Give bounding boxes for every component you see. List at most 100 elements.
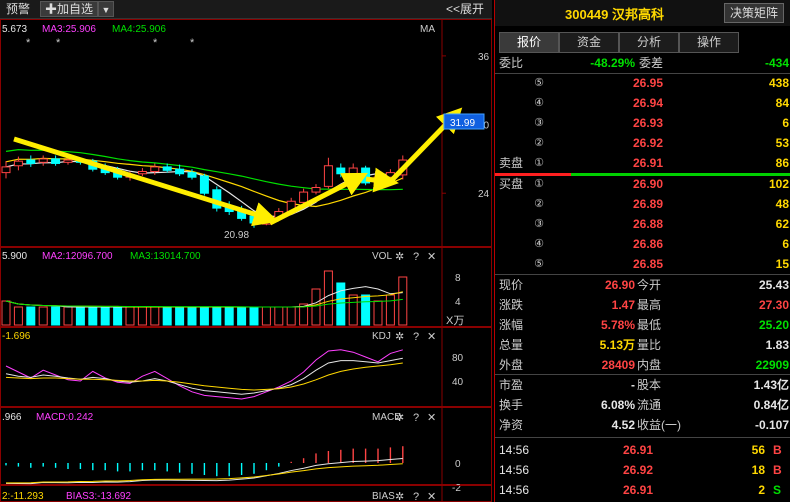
close-icon[interactable]: ✕	[427, 251, 436, 263]
candle-body	[199, 175, 209, 194]
order-ratio-label: 委比	[499, 56, 524, 70]
sell-order-row[interactable]: 卖盘 ① 26.91 86	[495, 153, 790, 173]
indicator-name: KDJ	[372, 331, 391, 342]
fundamental-value: 6.08%	[600, 398, 635, 412]
trade-time: 14:56	[499, 483, 530, 497]
indicator-value-label: MA3:25.906	[42, 24, 96, 35]
bias-pane[interactable]: 2:-11.293 BIAS3:-13.692 BIAS ✲? ✕	[0, 485, 492, 502]
buy-order-row[interactable]: 买盘 ① 26.90 102	[495, 174, 790, 194]
marker-asterisk: *	[26, 37, 31, 49]
volume-bar	[63, 306, 73, 326]
trend-arrow	[365, 167, 399, 193]
tab-capital[interactable]: 资金	[559, 32, 619, 53]
tab-operation[interactable]: 操作	[679, 32, 739, 53]
order-diff-label: 委差	[639, 56, 664, 70]
buy-order-row[interactable]: ④ 26.86 6	[495, 234, 790, 254]
trade-time: 14:56	[499, 443, 530, 457]
trade-time: 14:56	[499, 463, 530, 477]
volume-bar	[175, 306, 185, 326]
sell-order-row[interactable]: ③ 26.93 6	[495, 113, 790, 133]
volume-pane[interactable]: 5.900 MA2:12096.700 MA3:13014.700 VOL ✲? ✕ 8 4 X…	[0, 247, 492, 327]
candle-body	[311, 187, 321, 193]
order-ratio-row: 委比 -48.29% 委差 -434	[495, 53, 790, 73]
buy-volume: 102	[768, 177, 789, 191]
fundamental-label: 收益(一)	[637, 418, 681, 432]
buy-order-row[interactable]: ⑤ 26.85 15	[495, 254, 790, 274]
candle-body	[323, 165, 333, 187]
help-icon[interactable]: ?	[413, 491, 419, 502]
trade-price: 26.92	[622, 463, 653, 477]
volume-bar	[26, 306, 36, 326]
trend-arrow	[13, 136, 279, 227]
sell-volume: 84	[775, 96, 789, 110]
tab-analysis[interactable]: 分析	[619, 32, 679, 53]
help-icon[interactable]: ?	[413, 412, 419, 424]
candle-body	[26, 159, 36, 164]
tab-quote[interactable]: 报价	[499, 32, 559, 53]
indicator-value-label: 5.900	[2, 251, 27, 262]
volume-bar	[261, 306, 271, 326]
sell-price: 26.93	[632, 116, 663, 130]
decision-matrix-button[interactable]: 决策矩阵	[724, 3, 784, 23]
trade-volume: 18	[751, 463, 765, 477]
marker-asterisk: *	[56, 37, 61, 49]
quote-value: 22909	[755, 358, 789, 372]
low-price-label: 20.98	[224, 230, 249, 241]
candle-body	[137, 170, 147, 175]
watchlist-dropdown-button[interactable]: ▼	[98, 1, 114, 17]
sell-volume: 6	[782, 116, 789, 130]
trade-side: B	[773, 443, 782, 457]
candle-body	[1, 166, 11, 174]
fundamental-value: 1.43亿	[753, 378, 789, 392]
volume-bar	[150, 306, 160, 326]
alert-button[interactable]: 预警	[2, 1, 34, 17]
gear-icon[interactable]: ✲	[395, 491, 404, 502]
expand-button[interactable]: <<展开	[442, 1, 488, 17]
volume-bar	[224, 306, 234, 326]
add-to-watchlist-button[interactable]: ✚加自选	[40, 1, 99, 17]
kdj-line	[5, 357, 403, 395]
kdj-pane[interactable]: -1.696 KDJ ✲? ✕ 80 40	[0, 327, 492, 407]
sell-order-row[interactable]: ⑤ 26.95 438	[495, 73, 790, 93]
kdj-tick-label: 40	[452, 377, 464, 388]
macd-tick-label: 0	[455, 459, 461, 470]
sell-order-row[interactable]: ④ 26.94 84	[495, 93, 790, 113]
buy-volume: 6	[782, 237, 789, 251]
volume-bar	[100, 306, 110, 326]
kline-pane[interactable]: 5.673MA3:25.906MA4:25.906MA****36302420.…	[0, 19, 492, 247]
pane-icons: ✲? ✕	[395, 491, 436, 502]
indicator-value-label: BIAS3:-13.692	[66, 491, 131, 502]
close-icon[interactable]: ✕	[427, 412, 436, 424]
marker-asterisk: *	[190, 37, 195, 49]
fundamental-row: 净资 4.52 收益(一) -0.107	[495, 415, 790, 435]
divider	[495, 437, 790, 438]
stock-title: 300449 汉邦高科	[565, 7, 664, 22]
fundamental-value: -0.107	[754, 418, 789, 432]
close-icon[interactable]: ✕	[427, 491, 436, 502]
sell-order-row[interactable]: ② 26.92 53	[495, 133, 790, 153]
help-icon[interactable]: ?	[413, 331, 419, 343]
gear-icon[interactable]: ✲	[395, 331, 404, 343]
gear-icon[interactable]: ✲	[395, 412, 404, 424]
volume-bar	[336, 282, 346, 326]
kline-chart[interactable]: 5.673MA3:25.906MA4:25.906MA****36302420.…	[0, 19, 492, 502]
buy-order-row[interactable]: ③ 26.88 62	[495, 214, 790, 234]
trade-side: B	[773, 463, 782, 477]
buy-price: 26.85	[632, 257, 663, 271]
candle-body	[336, 167, 346, 175]
close-icon[interactable]: ✕	[427, 331, 436, 343]
macd-pane[interactable]: .966 MACD:0.242 MACD✲? ✕0-2	[0, 407, 492, 494]
help-icon[interactable]: ?	[413, 251, 419, 263]
buy-order-row[interactable]: ② 26.89 48	[495, 194, 790, 214]
sell-volume: 53	[775, 136, 789, 150]
volume-bar	[187, 306, 197, 326]
sell-level-number: ②	[534, 137, 544, 149]
trade-row: 14:56 26.91 2 S	[495, 480, 790, 500]
volume-bar	[162, 306, 172, 326]
quote-label: 内盘	[637, 358, 662, 372]
sell-price: 26.95	[632, 76, 663, 90]
trade-volume: 56	[751, 443, 765, 457]
volume-bar	[361, 294, 371, 326]
gear-icon[interactable]: ✲	[395, 251, 404, 263]
quote-row: 总量 5.13万 量比 1.83	[495, 335, 790, 355]
